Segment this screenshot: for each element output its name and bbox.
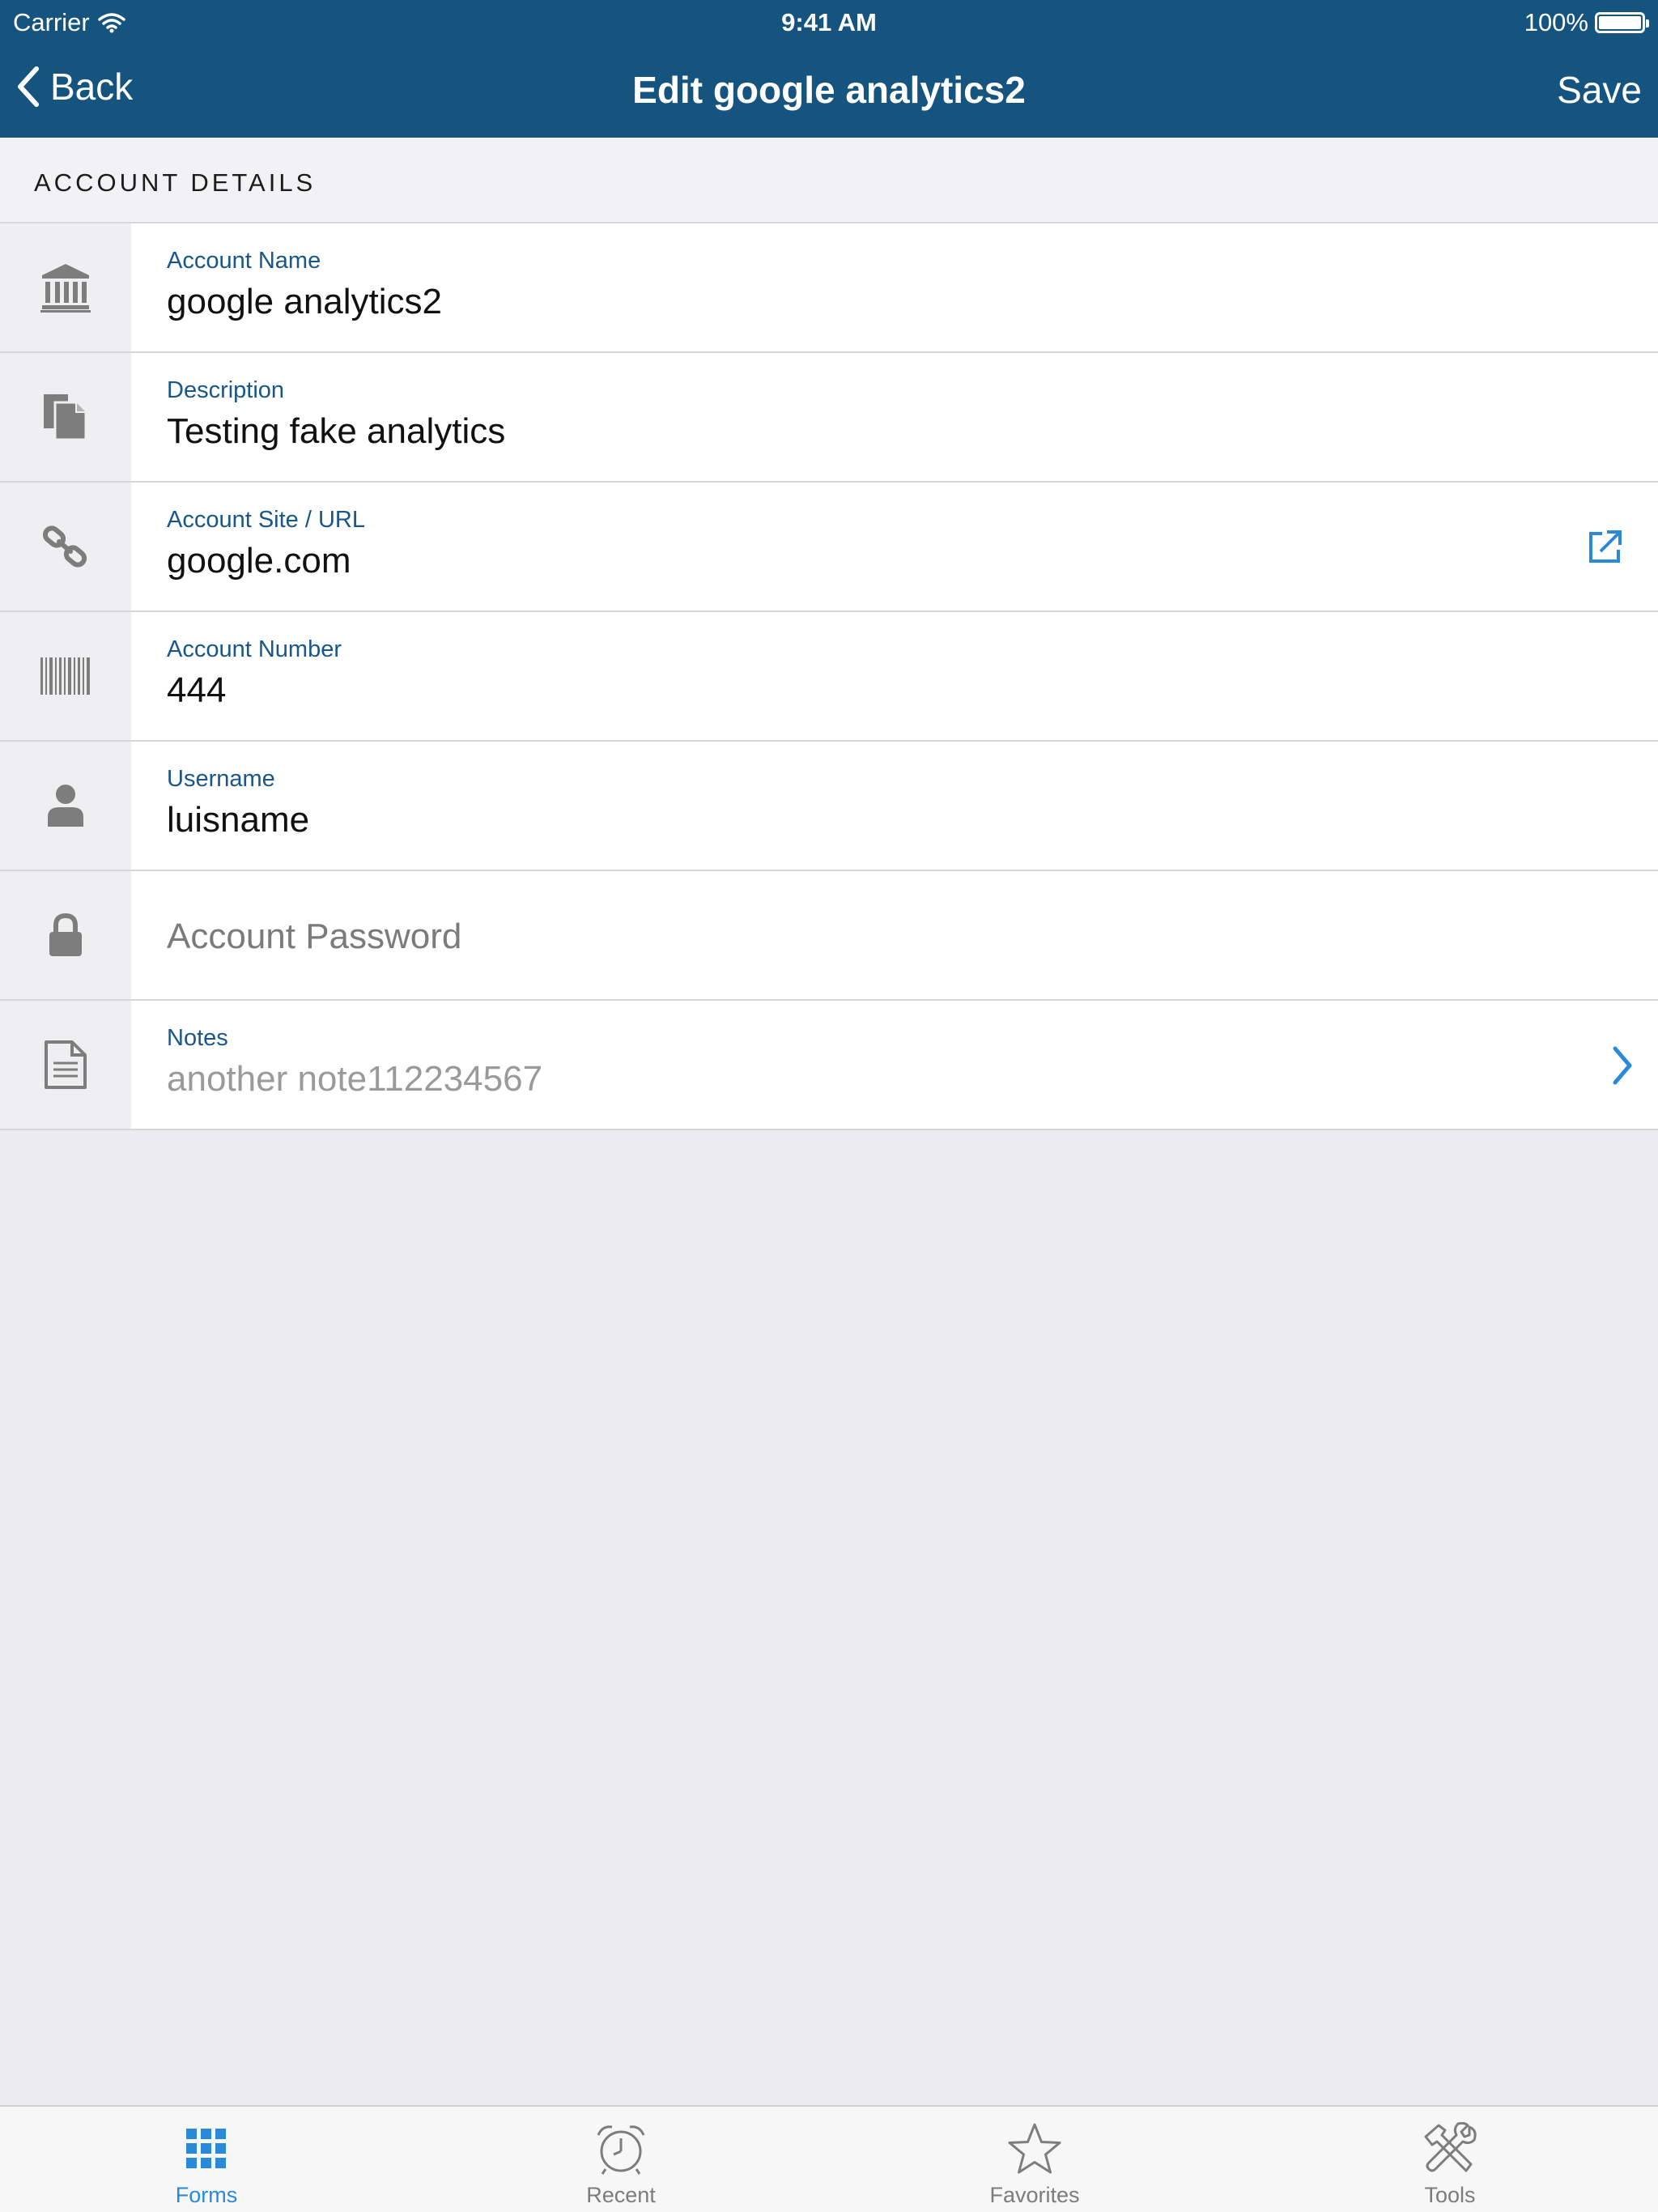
link-icon [42,525,87,568]
alarm-clock-icon [597,2125,645,2175]
save-button[interactable]: Save [1557,68,1642,112]
url-row[interactable]: Account Site / URL google.com [0,483,1658,612]
person-icon [48,785,83,827]
url-label: Account Site / URL [167,507,365,533]
top-bar: Carrier 9:41 AM 100% Back Edit google an… [0,0,1658,138]
tab-favorites-label: Favorites [989,2183,1080,2207]
status-bar: Carrier 9:41 AM 100% [0,0,1658,45]
username-label: Username [167,766,275,792]
password-row[interactable]: Account Password [0,871,1658,1001]
account-name-row[interactable]: Account Name google analytics2 [0,223,1658,353]
account-name-value[interactable]: google analytics2 [167,282,442,322]
username-value[interactable]: luisname [167,800,309,840]
lock-icon [49,912,82,956]
url-icon-cell [0,483,131,610]
description-icon-cell [0,353,131,481]
bank-icon [40,264,91,313]
section-header: ACCOUNT DETAILS [0,138,1658,223]
notes-value[interactable]: another note112234567 [167,1059,542,1100]
battery-icon [1595,12,1649,33]
barcode-icon [40,657,90,695]
documents-icon [44,394,87,441]
section-header-label: ACCOUNT DETAILS [34,168,317,197]
tab-recent[interactable]: Recent [500,2107,742,2212]
account-name-label: Account Name [167,248,321,274]
tab-forms-icon-wrap [174,2120,239,2178]
tab-recent-label: Recent [586,2183,656,2207]
account-name-icon-cell [0,223,131,351]
account-number-row[interactable]: Account Number 444 [0,612,1658,742]
description-value[interactable]: Testing fake analytics [167,411,505,452]
url-value[interactable]: google.com [167,541,351,581]
description-row[interactable]: Description Testing fake analytics [0,353,1658,483]
external-link-icon [1589,530,1622,563]
tab-favorites-icon-wrap [1002,2120,1067,2178]
tab-bar: Forms Recent Favorites Tools [0,2105,1658,2212]
grid-icon [186,2129,226,2168]
tab-forms-label: Forms [175,2183,238,2207]
page-title: Edit google analytics2 [632,69,1026,111]
tab-forms[interactable]: Forms [85,2107,328,2212]
note-icon [45,1040,87,1089]
tab-tools[interactable]: Tools [1329,2107,1571,2212]
battery-indicator: 100% [1524,8,1649,37]
description-label: Description [167,377,285,403]
tab-favorites[interactable]: Favorites [913,2107,1156,2212]
tools-icon [1424,2122,1477,2172]
account-number-icon-cell [0,612,131,740]
navigation-bar: Back Edit google analytics2 Save [0,45,1658,138]
password-field[interactable]: Account Password [167,917,461,957]
account-number-value[interactable]: 444 [167,670,226,711]
tab-recent-icon-wrap [589,2120,653,2178]
account-details-list: Account Name google analytics2 Descripti… [0,223,1658,1130]
chevron-right-icon [1613,1046,1632,1085]
tab-tools-label: Tools [1424,2183,1476,2207]
password-icon-cell [0,871,131,999]
username-icon-cell [0,742,131,870]
battery-percent: 100% [1524,8,1588,36]
star-icon [1008,2123,1061,2174]
notes-icon-cell [0,1001,131,1129]
account-number-label: Account Number [167,636,342,662]
notes-row[interactable]: Notes another note112234567 [0,1001,1658,1130]
notes-label: Notes [167,1025,228,1051]
notes-disclosure-button[interactable] [1601,1044,1643,1087]
tab-tools-icon-wrap [1418,2120,1482,2178]
status-time: 9:41 AM [781,8,877,36]
open-url-button[interactable] [1584,526,1626,568]
username-row[interactable]: Username luisname [0,742,1658,871]
